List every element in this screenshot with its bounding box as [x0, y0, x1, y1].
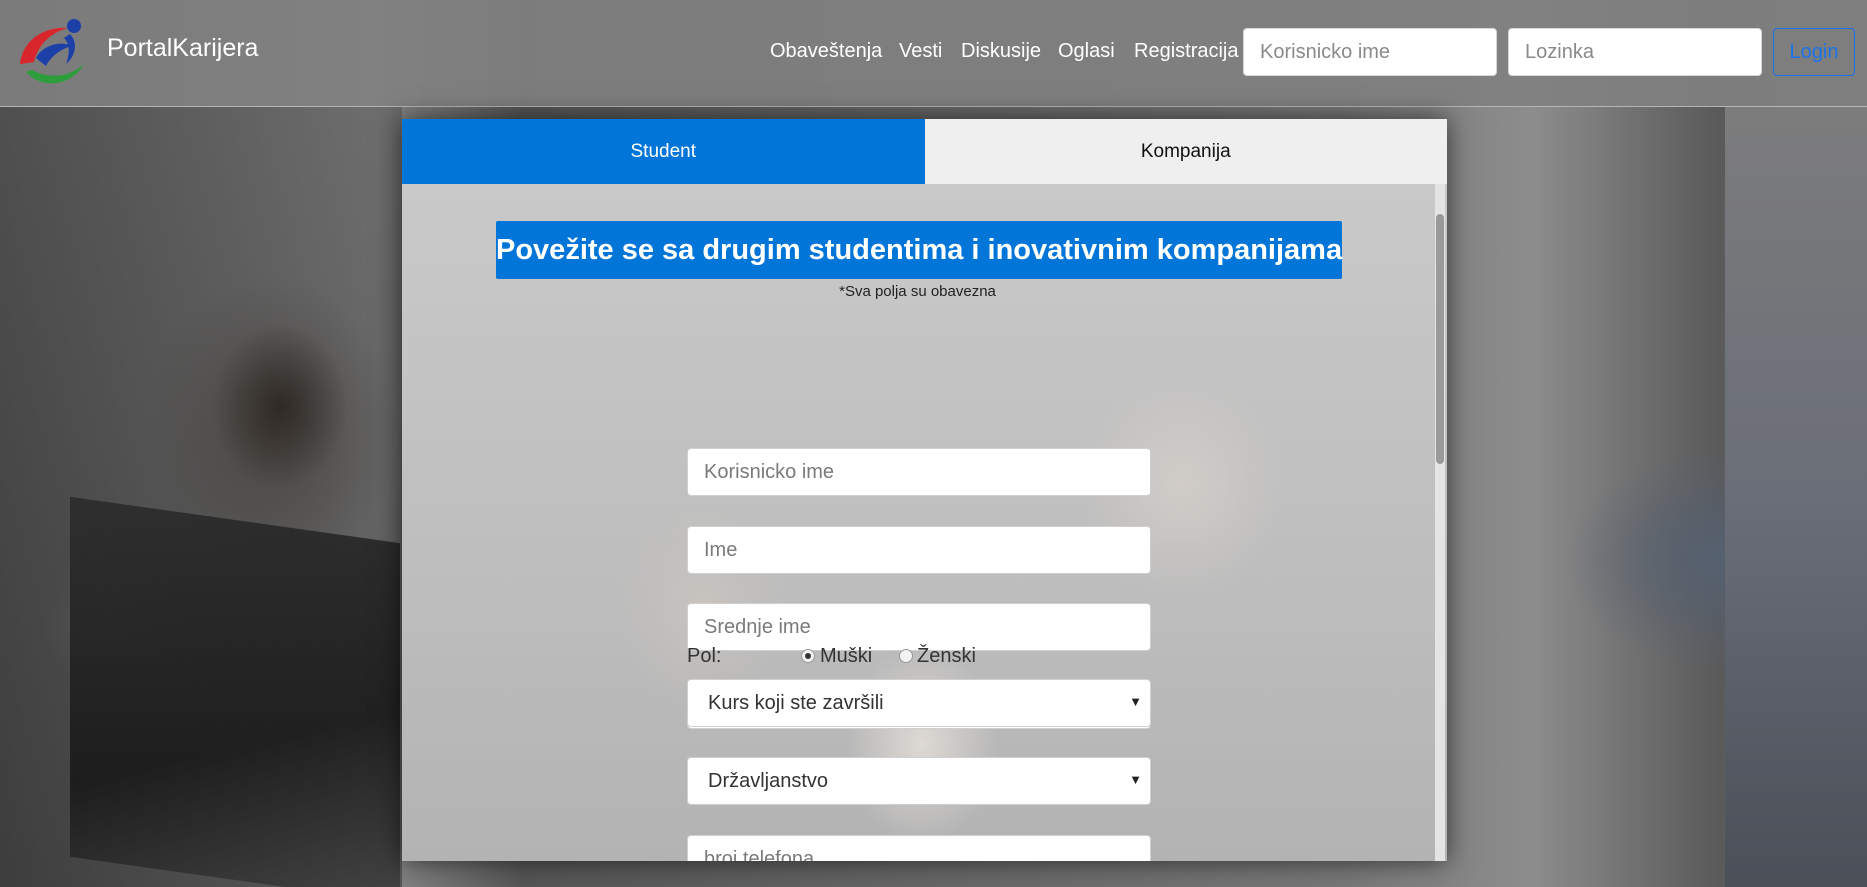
nav-link-vesti[interactable]: Vesti: [899, 40, 942, 63]
navbar: PortalKarijera Obaveštenja Vesti Diskusi…: [0, 0, 1867, 107]
course-select-value: Kurs koji ste završili: [708, 691, 884, 714]
gender-selector: Pol: Muški Ženski: [687, 643, 1151, 671]
registration-panel: Student Kompanija Povežite se sa drugim …: [402, 119, 1447, 861]
tab-kompanija[interactable]: Kompanija: [924, 119, 1447, 184]
first-name-field[interactable]: [687, 526, 1151, 574]
login-button[interactable]: Login: [1773, 28, 1855, 76]
form-scrollbar[interactable]: [1435, 184, 1445, 861]
caret-down-icon: ▼: [1129, 772, 1142, 787]
citizenship-select-value: Državljanstvo: [708, 769, 829, 792]
nav-link-oglasi[interactable]: Oglasi: [1058, 40, 1115, 63]
scrollbar-thumb[interactable]: [1436, 214, 1444, 464]
nav-link-diskusije[interactable]: Diskusije: [961, 40, 1041, 63]
caret-down-icon: ▼: [1129, 694, 1142, 709]
course-select[interactable]: Kurs koji ste završili ▼: [687, 679, 1151, 727]
brand-name[interactable]: PortalKarijera: [107, 34, 258, 63]
gender-label: Pol:: [687, 645, 722, 667]
gender-radio-male[interactable]: [801, 649, 815, 663]
required-fields-note: *Sva polja su obavezna: [839, 283, 996, 300]
nav-username-input[interactable]: [1243, 28, 1497, 76]
gender-option-male[interactable]: Muški: [820, 645, 872, 668]
citizenship-select[interactable]: Državljanstvo ▼: [687, 757, 1151, 805]
background-monitor: [70, 496, 400, 887]
form-headline: Povežite se sa drugim studentima i inova…: [496, 221, 1342, 279]
username-field[interactable]: [687, 448, 1151, 496]
nav-link-registracija[interactable]: Registracija: [1134, 40, 1238, 63]
phone-field[interactable]: [687, 835, 1151, 861]
gender-option-female[interactable]: Ženski: [917, 645, 976, 668]
logo-icon[interactable]: [12, 12, 92, 90]
nav-link-obavestenja[interactable]: Obaveštenja: [770, 40, 882, 63]
registration-tabs: Student Kompanija: [402, 119, 1447, 184]
nav-password-input[interactable]: [1508, 28, 1762, 76]
gender-radio-female[interactable]: [899, 649, 913, 663]
background-right-photo: [1725, 107, 1867, 887]
tab-student[interactable]: Student: [402, 119, 925, 184]
